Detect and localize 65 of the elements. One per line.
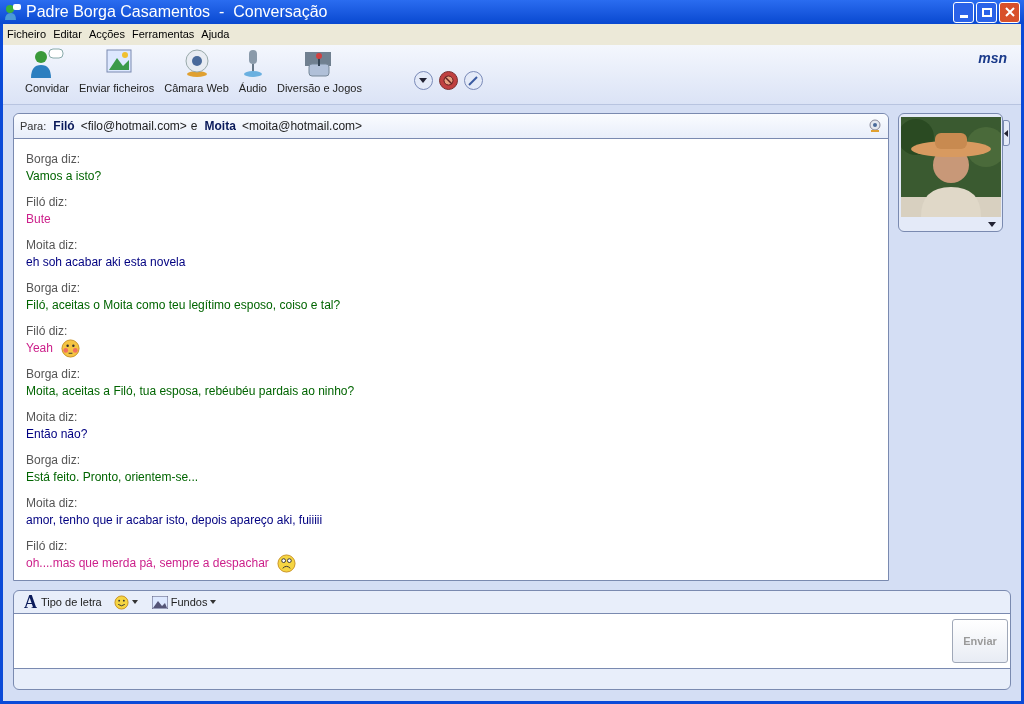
backgrounds-button[interactable]: Fundos xyxy=(151,593,217,611)
sender-line: Moita diz: xyxy=(26,409,79,425)
msn-logo: msn xyxy=(978,49,1007,68)
sender-line: Filó diz: xyxy=(26,323,69,339)
menu-item[interactable]: Ficheiro xyxy=(4,26,50,43)
caret-icon xyxy=(210,600,217,604)
message-text: oh....mas que merda pá, sempre a despachar xyxy=(26,555,269,572)
message-text: Vamos a isto? xyxy=(26,168,102,185)
sender-line: Borga diz: xyxy=(26,452,82,468)
caret-icon xyxy=(419,78,428,83)
message-text: amor, tenho que ir acabar isto, depois apareço aki, fuiiiii xyxy=(26,512,323,529)
menu-item[interactable]: Ajuda xyxy=(198,26,233,43)
toolbar-button[interactable]: Convidar xyxy=(23,47,72,96)
close-button[interactable] xyxy=(999,1,1020,23)
smiley-icon xyxy=(113,594,129,610)
toolbar-button[interactable]: Enviar ficheiros xyxy=(77,47,157,96)
minimize-icon xyxy=(959,14,968,18)
brush-icon xyxy=(468,75,479,86)
toolbar-button[interactable]: Câmara Web xyxy=(162,47,231,96)
person-icon xyxy=(29,47,65,78)
sender-line: Borga diz: xyxy=(26,366,82,382)
landscape-icon xyxy=(151,595,168,609)
contact-email: <filo@hotmail.com> xyxy=(80,118,187,135)
minimize-button[interactable] xyxy=(953,1,974,23)
toolbar-button[interactable]: Áudio xyxy=(236,47,269,96)
message-text: Filó, aceitas o Moita como teu legítimo esposo, coiso e tal? xyxy=(26,297,341,314)
menu-item[interactable]: Acções xyxy=(85,26,128,43)
theme-button[interactable] xyxy=(464,71,483,90)
toolbar-button[interactable]: Diversão e Jogos xyxy=(275,47,364,96)
contact-name: Filó xyxy=(53,118,75,135)
worried-emoticon-icon xyxy=(276,553,296,573)
contact-email: <moita@hotmail.com> xyxy=(241,118,363,135)
block-button[interactable] xyxy=(439,71,458,90)
font-button[interactable]: A Tipo de letra xyxy=(24,593,102,611)
messenger-icon xyxy=(4,3,22,21)
block-icon xyxy=(443,75,454,86)
message-text: eh soh acabar aki esta novela xyxy=(26,254,186,271)
message-text: Yeah xyxy=(26,340,53,357)
contact-name: Moita xyxy=(204,118,236,135)
sender-line: Filó diz: xyxy=(26,538,69,554)
message-text: Moita, aceitas a Filó, tua esposa, rebéubéu pardais ao ninho? xyxy=(26,383,355,400)
menu-item[interactable]: Editar xyxy=(50,26,85,43)
message-text: Está feito. Pronto, orientem-se... xyxy=(26,469,199,486)
sender-line: Borga diz: xyxy=(26,280,82,296)
blushing-emoticon-icon xyxy=(60,338,80,358)
restore-button[interactable] xyxy=(976,1,997,23)
webcam-icon xyxy=(868,119,882,133)
message-text: Bute xyxy=(26,211,51,228)
menu-item[interactable]: Ferramentas xyxy=(128,26,198,43)
emoticon-button[interactable] xyxy=(113,594,138,610)
restore-icon xyxy=(981,7,992,17)
sender-line: Moita diz: xyxy=(26,237,79,253)
to-label: Para: xyxy=(20,118,47,134)
sender-line: Borga diz: xyxy=(26,151,82,167)
conjunction-text: e xyxy=(190,118,198,135)
window-title: Padre Borga Casamentos - Conversação xyxy=(26,2,328,22)
sender-line: Moita diz: xyxy=(26,495,79,511)
caret-icon xyxy=(988,222,996,227)
options-menu-button[interactable] xyxy=(414,71,433,90)
collapse-tab[interactable] xyxy=(1003,120,1010,146)
close-icon xyxy=(1004,7,1015,17)
message-text: Então não? xyxy=(26,426,88,443)
font-icon: A xyxy=(24,593,37,611)
sender-line: Filó diz: xyxy=(26,194,69,210)
caret-icon xyxy=(131,600,138,604)
